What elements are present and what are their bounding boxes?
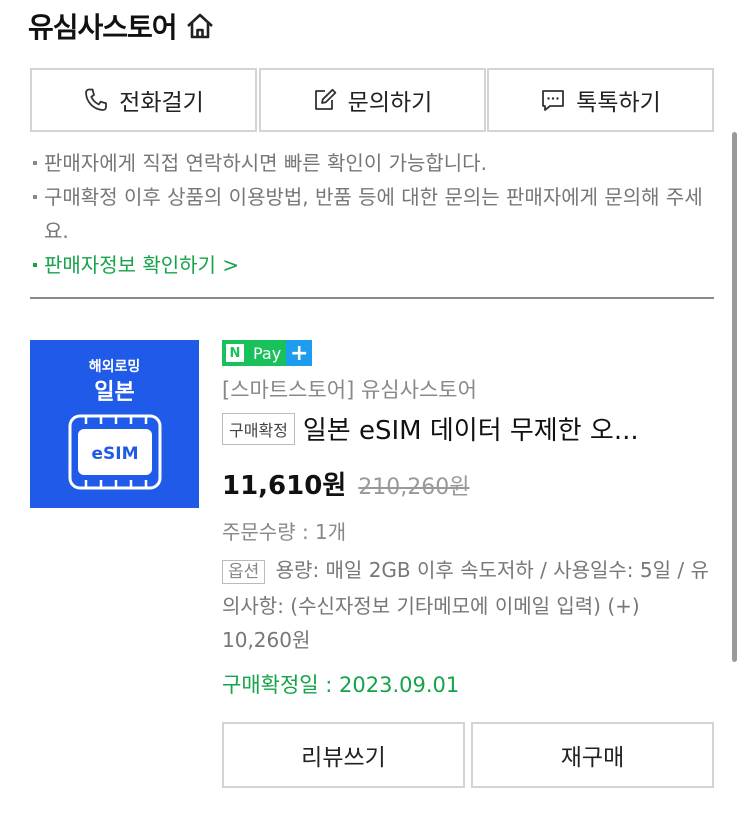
product-thumbnail[interactable]: 해외로밍 일본 eSIM bbox=[30, 340, 199, 508]
esim-chip-icon: eSIM bbox=[68, 414, 162, 490]
thumb-roaming-text: 해외로밍 bbox=[88, 359, 141, 375]
inquiry-button-label: 문의하기 bbox=[347, 90, 433, 116]
call-button[interactable]: 전화걸기 bbox=[30, 68, 257, 132]
thumb-esim-text: eSIM bbox=[91, 444, 138, 464]
order-actions: 리뷰쓰기 재구매 bbox=[222, 722, 714, 788]
product-info: N Pay + [스마트스토어] 유심사스토어 구매확정 일본 eSIM 데이터… bbox=[222, 340, 712, 699]
notice-item: 구매확정 이후 상품의 이용방법, 반품 등에 대한 문의는 판매자에게 문의해… bbox=[30, 180, 714, 248]
npay-pay: Pay bbox=[248, 340, 287, 366]
status-badge: 구매확정 bbox=[222, 412, 295, 445]
home-icon[interactable] bbox=[185, 12, 215, 40]
phone-icon bbox=[85, 88, 108, 111]
confirm-date: 구매확정일 : 2023.09.01 bbox=[222, 673, 460, 697]
original-price: 210,260원 bbox=[358, 475, 470, 500]
option-badge: 옵션 bbox=[222, 560, 266, 584]
npay-plus-badge: N Pay + bbox=[222, 340, 712, 366]
store-name[interactable]: 유심사스토어 bbox=[28, 6, 178, 46]
edit-icon bbox=[314, 88, 336, 110]
talk-button[interactable]: 톡톡하기 bbox=[487, 68, 714, 132]
order-quantity: 주문수량 : 1개 bbox=[222, 520, 347, 544]
scrollbar[interactable] bbox=[732, 132, 737, 662]
option-line: 옵션 용량: 매일 2GB 이후 속도저하 / 사용일수: 5일 / 유의사항:… bbox=[222, 553, 712, 657]
rebuy-button[interactable]: 재구매 bbox=[471, 722, 714, 788]
product-store: [스마트스토어] 유심사스토어 bbox=[222, 378, 477, 402]
contact-buttons: 전화걸기 문의하기 톡톡하기 bbox=[30, 68, 714, 132]
write-review-button[interactable]: 리뷰쓰기 bbox=[222, 722, 465, 788]
price-line: 11,610원 210,260원 bbox=[222, 465, 712, 502]
product-title[interactable]: 일본 eSIM 데이터 무제한 오... bbox=[303, 410, 639, 447]
option-text: 용량: 매일 2GB 이후 속도저하 / 사용일수: 5일 / 유의사항: (수… bbox=[222, 558, 709, 652]
inquiry-button[interactable]: 문의하기 bbox=[258, 68, 486, 132]
talk-button-label: 톡톡하기 bbox=[576, 90, 661, 116]
seller-notice: 판매자에게 직접 연락하시면 빠른 확인이 가능합니다. 구매확정 이후 상품의… bbox=[30, 146, 714, 282]
product-title-line[interactable]: 구매확정 일본 eSIM 데이터 무제한 오... bbox=[222, 410, 712, 447]
chat-icon bbox=[542, 90, 565, 111]
divider bbox=[30, 297, 714, 299]
notice-item: 판매자에게 직접 연락하시면 빠른 확인이 가능합니다. bbox=[30, 146, 714, 180]
thumb-country-text: 일본 bbox=[94, 380, 135, 405]
store-header[interactable]: 유심사스토어 bbox=[28, 6, 215, 46]
npay-n: N bbox=[226, 344, 244, 362]
call-button-label: 전화걸기 bbox=[119, 90, 204, 116]
npay-plus-icon: + bbox=[286, 340, 313, 366]
seller-info-link[interactable]: 판매자정보 확인하기 > bbox=[30, 248, 714, 282]
sale-price: 11,610원 bbox=[222, 471, 347, 501]
